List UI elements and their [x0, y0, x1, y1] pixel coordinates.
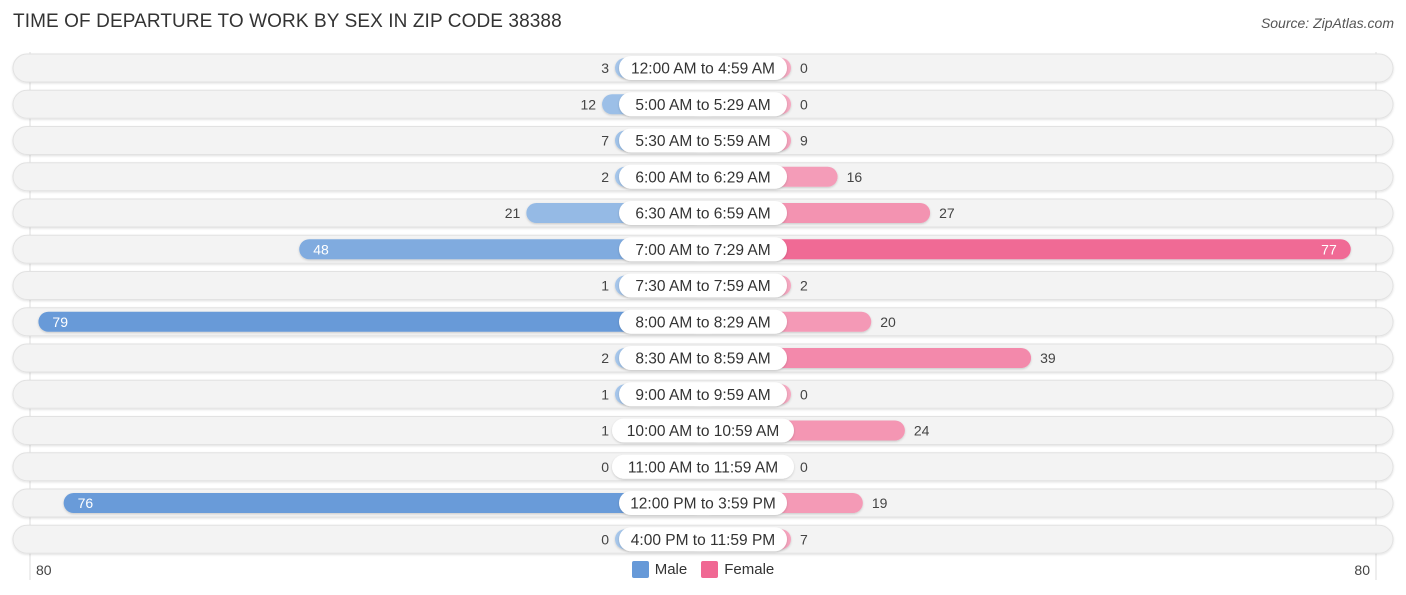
- category-label: 7:00 AM to 7:29 AM: [635, 242, 770, 259]
- value-label-male: 2: [601, 169, 609, 185]
- chart-row[interactable]: 4:00 PM to 11:59 PM 0 7: [12, 524, 1394, 554]
- value-label-female: 2: [800, 278, 808, 294]
- chart-row[interactable]: 6:30 AM to 6:59 AM 21 27: [12, 198, 1394, 228]
- chart-row[interactable]: 7:00 AM to 7:29 AM 48 77: [12, 234, 1394, 264]
- value-label-male: 1: [601, 423, 609, 439]
- value-label-female: 0: [800, 60, 808, 76]
- category-label: 4:00 PM to 11:59 PM: [631, 532, 775, 549]
- value-label-female: 20: [880, 314, 896, 330]
- value-label-male: 2: [601, 350, 609, 366]
- chart-row[interactable]: 9:00 AM to 9:59 AM 1 0: [12, 379, 1394, 409]
- legend-swatch-male: [631, 561, 649, 578]
- value-label-female: 0: [800, 459, 808, 475]
- value-label-female: 0: [800, 96, 808, 112]
- value-label-male: 79: [52, 314, 68, 330]
- chart-row[interactable]: 7:30 AM to 7:59 AM 1 2: [12, 271, 1394, 300]
- chart-row[interactable]: 5:30 AM to 5:59 AM 7 9: [12, 126, 1394, 155]
- chart-row[interactable]: 10:00 AM to 10:59 AM 1 24: [12, 416, 1394, 445]
- value-label-male: 0: [601, 531, 609, 547]
- value-label-female: 27: [939, 205, 955, 221]
- value-label-female: 77: [1321, 241, 1337, 257]
- value-label-female: 0: [800, 386, 808, 402]
- bar-male: [63, 493, 703, 513]
- value-label-male: 3: [601, 60, 609, 76]
- chart-row[interactable]: 5:00 AM to 5:29 AM 12 0: [12, 89, 1394, 119]
- category-label: 5:00 AM to 5:29 AM: [635, 97, 770, 114]
- chart-row[interactable]: 12:00 PM to 3:59 PM 76 19: [12, 488, 1394, 518]
- chart-row[interactable]: 6:00 AM to 6:29 AM 2 16: [12, 162, 1394, 192]
- value-label-female: 16: [847, 169, 863, 185]
- value-label-male: 1: [601, 386, 609, 402]
- legend: Male Female: [0, 561, 1406, 578]
- category-label: 5:30 AM to 5:59 AM: [635, 133, 770, 150]
- value-label-female: 19: [872, 495, 888, 511]
- value-label-female: 39: [1040, 350, 1056, 366]
- value-label-female: 9: [800, 133, 808, 149]
- bar-male: [38, 311, 704, 332]
- value-label-male: 76: [78, 495, 94, 511]
- value-label-male: 12: [580, 96, 596, 112]
- legend-item-female[interactable]: Female: [701, 561, 774, 578]
- category-label: 10:00 AM to 10:59 AM: [627, 423, 780, 440]
- value-label-male: 1: [601, 278, 609, 294]
- legend-item-male[interactable]: Male: [631, 561, 688, 578]
- category-label: 12:00 AM to 4:59 AM: [631, 61, 775, 78]
- category-label: 6:30 AM to 6:59 AM: [635, 206, 770, 223]
- chart-svg: 12:00 AM to 4:59 AM 3 0 5:00 AM to 5:29 AM 1…: [12, 52, 1394, 580]
- value-label-female: 24: [914, 423, 930, 439]
- value-label-male: 48: [313, 241, 329, 257]
- category-label: 8:30 AM to 8:59 AM: [635, 351, 770, 368]
- legend-label-female: Female: [724, 561, 775, 578]
- chart-row[interactable]: 11:00 AM to 11:59 AM 0 0: [12, 452, 1394, 482]
- category-label: 11:00 AM to 11:59 AM: [628, 459, 778, 476]
- chart-row[interactable]: 8:00 AM to 8:29 AM 79 20: [12, 307, 1394, 337]
- category-label: 12:00 PM to 3:59 PM: [630, 496, 776, 513]
- category-label: 8:00 AM to 8:29 AM: [635, 314, 770, 331]
- legend-swatch-female: [701, 561, 719, 578]
- category-label: 6:00 AM to 6:29 AM: [635, 169, 770, 186]
- category-label: 9:00 AM to 9:59 AM: [635, 387, 770, 404]
- bar-female: [703, 239, 1351, 260]
- value-label-male: 0: [601, 459, 609, 475]
- chart-row[interactable]: 8:30 AM to 8:59 AM 2 39: [12, 343, 1394, 373]
- value-label-male: 21: [505, 205, 521, 221]
- chart-row[interactable]: 12:00 AM to 4:59 AM 3 0: [12, 53, 1394, 83]
- category-label: 7:30 AM to 7:59 AM: [635, 278, 770, 295]
- value-label-female: 7: [800, 531, 808, 547]
- legend-label-male: Male: [654, 561, 688, 578]
- value-label-male: 7: [601, 133, 609, 149]
